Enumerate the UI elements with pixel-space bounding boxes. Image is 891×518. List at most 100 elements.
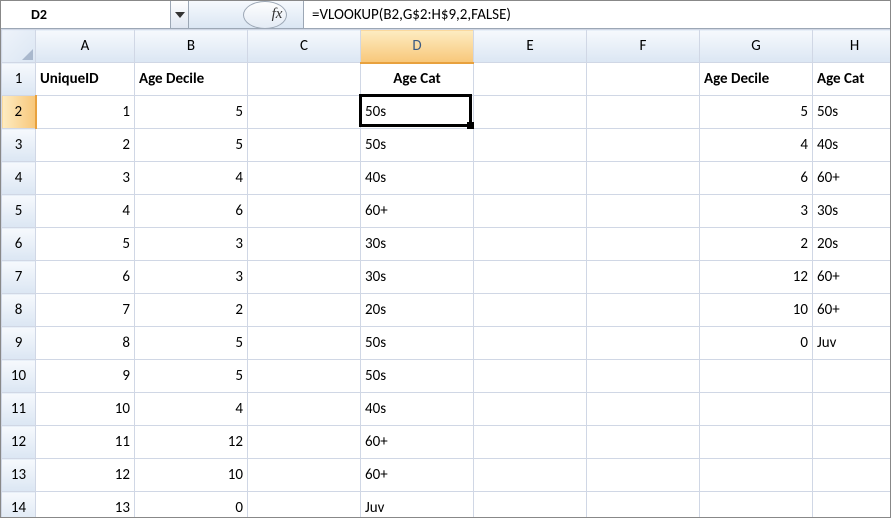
row-header-14[interactable]: 14 bbox=[2, 492, 36, 518]
cell[interactable] bbox=[700, 360, 813, 393]
col-header-C[interactable]: C bbox=[248, 30, 361, 63]
cell[interactable]: 10 bbox=[36, 393, 135, 426]
cell[interactable]: Age Cat bbox=[813, 63, 891, 96]
cell[interactable]: 60+ bbox=[361, 195, 474, 228]
cell[interactable]: 2 bbox=[135, 294, 248, 327]
cell[interactable]: 5 bbox=[135, 96, 248, 129]
cell[interactable]: 40s bbox=[361, 393, 474, 426]
name-box[interactable]: D2 bbox=[1, 1, 171, 28]
cell[interactable]: 7 bbox=[36, 294, 135, 327]
col-header-B[interactable]: B bbox=[135, 30, 248, 63]
cell[interactable] bbox=[474, 327, 587, 360]
cell[interactable]: UniqueID bbox=[36, 63, 135, 96]
cell[interactable]: 12 bbox=[36, 459, 135, 492]
cell[interactable]: 60+ bbox=[813, 162, 891, 195]
cell[interactable]: 50s bbox=[361, 360, 474, 393]
cell[interactable]: 20s bbox=[813, 228, 891, 261]
cell[interactable]: Age Decile bbox=[700, 63, 813, 96]
cell[interactable]: 4 bbox=[36, 195, 135, 228]
cell[interactable] bbox=[587, 96, 700, 129]
cell[interactable] bbox=[587, 459, 700, 492]
cell[interactable]: 3 bbox=[700, 195, 813, 228]
cell[interactable]: 4 bbox=[135, 162, 248, 195]
cell[interactable] bbox=[474, 393, 587, 426]
cell[interactable] bbox=[248, 261, 361, 294]
cell[interactable]: 9 bbox=[36, 360, 135, 393]
cell[interactable]: 11 bbox=[36, 426, 135, 459]
cell[interactable]: 6 bbox=[700, 162, 813, 195]
cell[interactable]: 8 bbox=[36, 327, 135, 360]
cell[interactable] bbox=[813, 393, 891, 426]
cell[interactable]: 1 bbox=[36, 96, 135, 129]
cell[interactable]: 60+ bbox=[813, 261, 891, 294]
cell[interactable] bbox=[248, 228, 361, 261]
name-box-dropdown[interactable] bbox=[171, 1, 189, 28]
select-all-corner[interactable] bbox=[2, 30, 36, 63]
cell[interactable] bbox=[813, 492, 891, 518]
cell[interactable] bbox=[587, 261, 700, 294]
cell[interactable]: 20s bbox=[361, 294, 474, 327]
cell[interactable] bbox=[587, 426, 700, 459]
col-header-G[interactable]: G bbox=[700, 30, 813, 63]
cell[interactable]: 5 bbox=[135, 129, 248, 162]
cell[interactable] bbox=[474, 129, 587, 162]
row-header-9[interactable]: 9 bbox=[2, 327, 36, 360]
cell[interactable] bbox=[474, 96, 587, 129]
cell[interactable]: 6 bbox=[135, 195, 248, 228]
col-header-D[interactable]: D bbox=[361, 30, 474, 63]
cell[interactable] bbox=[474, 261, 587, 294]
row-header-6[interactable]: 6 bbox=[2, 228, 36, 261]
cell[interactable] bbox=[813, 459, 891, 492]
cell[interactable] bbox=[813, 426, 891, 459]
cell[interactable] bbox=[587, 63, 700, 96]
row-header-7[interactable]: 7 bbox=[2, 261, 36, 294]
cell[interactable]: 30s bbox=[361, 228, 474, 261]
cell[interactable] bbox=[474, 459, 587, 492]
cell-active[interactable]: 50s bbox=[361, 96, 474, 129]
formula-input[interactable]: =VLOOKUP(B2,G$2:H$9,2,FALSE) bbox=[304, 1, 890, 28]
cell[interactable] bbox=[587, 327, 700, 360]
cell[interactable]: 60+ bbox=[361, 426, 474, 459]
cell[interactable] bbox=[587, 360, 700, 393]
cell[interactable] bbox=[474, 228, 587, 261]
cell[interactable] bbox=[474, 162, 587, 195]
cell[interactable] bbox=[248, 63, 361, 96]
cell[interactable]: 40s bbox=[813, 129, 891, 162]
col-header-H[interactable]: H bbox=[813, 30, 891, 63]
cell[interactable]: 60+ bbox=[361, 459, 474, 492]
cell[interactable] bbox=[587, 162, 700, 195]
row-header-10[interactable]: 10 bbox=[2, 360, 36, 393]
cell[interactable] bbox=[248, 492, 361, 518]
cell[interactable]: Age Decile bbox=[135, 63, 248, 96]
row-header-12[interactable]: 12 bbox=[2, 426, 36, 459]
cell[interactable]: 12 bbox=[700, 261, 813, 294]
row-header-5[interactable]: 5 bbox=[2, 195, 36, 228]
col-header-E[interactable]: E bbox=[474, 30, 587, 63]
cell[interactable]: 50s bbox=[361, 327, 474, 360]
cell[interactable] bbox=[474, 63, 587, 96]
cell[interactable] bbox=[248, 360, 361, 393]
cell[interactable]: 4 bbox=[135, 393, 248, 426]
cell[interactable]: 50s bbox=[813, 96, 891, 129]
cell[interactable] bbox=[248, 459, 361, 492]
cell[interactable]: 30s bbox=[361, 261, 474, 294]
cell[interactable]: 2 bbox=[36, 129, 135, 162]
cell[interactable] bbox=[248, 393, 361, 426]
row-header-3[interactable]: 3 bbox=[2, 129, 36, 162]
col-header-A[interactable]: A bbox=[36, 30, 135, 63]
cell[interactable] bbox=[700, 393, 813, 426]
cell[interactable] bbox=[587, 195, 700, 228]
cell[interactable]: 3 bbox=[135, 261, 248, 294]
cell[interactable]: Juv bbox=[361, 492, 474, 518]
cell[interactable]: Juv bbox=[813, 327, 891, 360]
cell[interactable] bbox=[474, 195, 587, 228]
cell[interactable]: 0 bbox=[700, 327, 813, 360]
cell[interactable] bbox=[813, 360, 891, 393]
cell[interactable] bbox=[474, 426, 587, 459]
col-header-F[interactable]: F bbox=[587, 30, 700, 63]
cell[interactable]: 30s bbox=[813, 195, 891, 228]
cell[interactable] bbox=[700, 459, 813, 492]
cell[interactable]: 40s bbox=[361, 162, 474, 195]
cell[interactable] bbox=[248, 162, 361, 195]
cell[interactable] bbox=[700, 426, 813, 459]
